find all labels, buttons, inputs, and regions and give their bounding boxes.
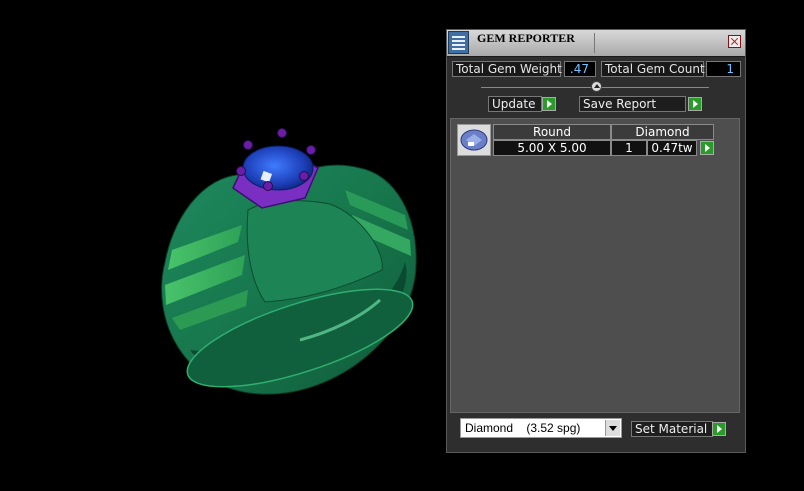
gem-size-cell: 5.00 X 5.00 bbox=[493, 140, 611, 156]
chevron-down-icon[interactable] bbox=[605, 420, 620, 436]
gem-row-go-icon[interactable] bbox=[700, 141, 714, 155]
title-bar[interactable]: GEM REPORTER bbox=[447, 30, 745, 57]
gem-list[interactable]: Round Diamond 5.00 X 5.00 1 0.47tw bbox=[450, 118, 740, 413]
panel-title: GEM REPORTER bbox=[477, 31, 575, 45]
gem-material-cell: Diamond bbox=[611, 124, 714, 140]
gem-shape-cell: Round bbox=[493, 124, 611, 140]
gem-weight-cell: 0.47tw bbox=[647, 140, 697, 156]
material-specific-gravity: (3.52 spg) bbox=[526, 421, 581, 435]
gem-stone bbox=[242, 145, 314, 191]
total-gem-weight-value: .47 bbox=[564, 61, 596, 77]
close-icon[interactable] bbox=[728, 35, 741, 48]
total-gem-count-value: 1 bbox=[706, 61, 741, 77]
collapse-knob-icon[interactable] bbox=[591, 81, 602, 92]
set-material-go-icon[interactable] bbox=[712, 422, 726, 436]
update-go-icon[interactable] bbox=[542, 97, 556, 111]
title-divider bbox=[594, 33, 595, 53]
round-gem-icon bbox=[457, 124, 491, 156]
save-report-button[interactable]: Save Report bbox=[579, 96, 686, 112]
gem-reporter-app-icon bbox=[448, 31, 469, 54]
total-gem-count-label: Total Gem Count bbox=[601, 61, 705, 77]
update-button[interactable]: Update bbox=[488, 96, 542, 112]
ring-model[interactable] bbox=[161, 128, 423, 407]
material-select[interactable]: Diamond (3.52 spg) bbox=[460, 418, 622, 438]
total-gem-weight-label: Total Gem Weight bbox=[452, 61, 562, 77]
set-material-button[interactable]: Set Material bbox=[631, 421, 713, 437]
material-name: Diamond bbox=[465, 421, 514, 435]
gem-reporter-panel: GEM REPORTER Total Gem Weight .47 Total … bbox=[446, 29, 746, 453]
save-report-go-icon[interactable] bbox=[688, 97, 702, 111]
gem-qty-cell: 1 bbox=[611, 140, 647, 156]
